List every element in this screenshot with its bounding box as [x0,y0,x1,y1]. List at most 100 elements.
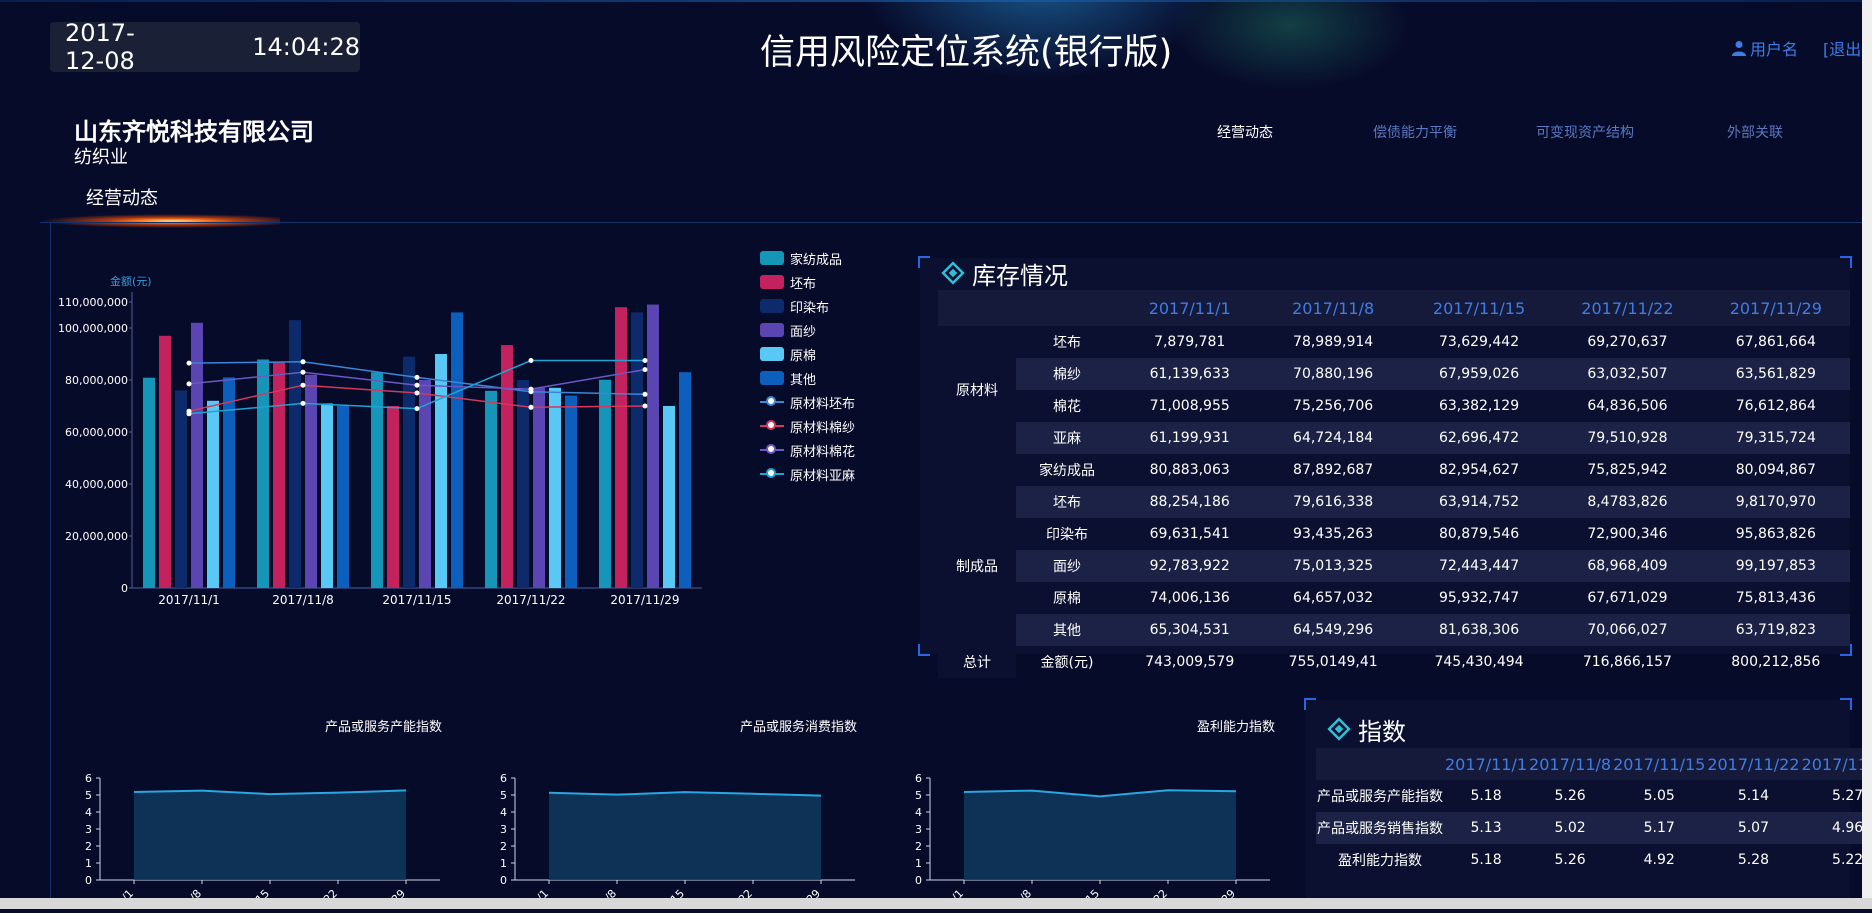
row-label: 棉花 [1053,399,1081,415]
row-label: 面纱 [1016,550,1118,582]
legend-label: 原材料亚麻 [790,468,856,484]
legend-item[interactable]: 原棉 [760,342,855,366]
legend-item[interactable]: 原材料坯布 [760,390,855,414]
legend-swatch [760,275,784,289]
tab-solvency-balance[interactable]: 偿债能力平衡 [1330,122,1500,142]
x-tick-label: 2017/11/15 [382,593,451,607]
table-cell: 5.26 [1554,852,1586,868]
company-industry: 纺织业 [74,147,128,168]
column-header-date: 2017/11/22 [1553,290,1702,326]
table-cell: 67,959,026 [1404,358,1554,390]
legend-label: 家纺成品 [790,252,843,268]
line-point [186,381,192,387]
bar [647,304,659,588]
y-tick-label: 80,000,000 [65,374,128,387]
table-row: 制成品 坯布 88,254,186 79,616,338 63,914,752 … [938,486,1850,646]
legend-item[interactable]: 原材料棉花 [760,438,855,462]
bar [533,387,545,588]
horizontal-scrollbar[interactable] [0,898,1872,909]
y-tick-label: 0 [500,874,507,887]
tab-liquid-assets[interactable]: 可变现资产结构 [1500,122,1670,142]
line-point [642,391,648,397]
table-cell: 5.18 [1470,852,1502,868]
column-header-date: 2017/11/29 [1701,290,1850,326]
table-cell: 63,561,829 [1701,358,1850,390]
table-cell: 78,989,914 [1293,334,1374,350]
app-title: 信用风险定位系统(银行版) [760,33,1173,73]
table-cell: 79,510,928 [1553,422,1702,454]
x-tick-label: 2017/11/1 [158,593,220,607]
mini-chart-title: 产品或服务产能指数 [325,720,443,735]
table-cell: 5.28 [1737,852,1769,868]
bar [273,361,285,588]
table-cell: 88,254,186 [1118,486,1262,518]
user-menu[interactable]: 用户名 [1732,36,1798,60]
legend-item[interactable]: 印染布 [760,294,855,318]
table-row: 印染布 69,631,541 93,435,263 80,879,546 72,… [938,518,1850,550]
table-row: 产品或服务销售指数 5.13 5.02 5.17 5.07 4.96 [1316,812,1872,844]
table-cell: 62,696,472 [1404,422,1554,454]
row-label: 产品或服务产能指数 [1317,789,1443,805]
table-row: 产品或服务产能指数 5.18 5.26 5.05 5.14 5.27 [1316,780,1872,812]
table-cell: 67,861,664 [1735,334,1816,350]
legend-label: 其他 [790,372,817,388]
panel-corner [1304,698,1316,710]
y-tick-label: 0 [915,874,922,887]
vertical-scrollbar[interactable] [1862,0,1872,898]
tab-operations[interactable]: 经营动态 [1160,122,1330,142]
legend-item[interactable]: 原材料亚麻 [760,462,855,486]
legend-item[interactable]: 原材料棉纱 [760,414,855,438]
chart-legend: 家纺成品 坯布 印染布 面纱 原棉 其他 原材料坯布 原材料棉纱 原材料棉花 原… [760,246,855,486]
table-cell: 4.92 [1643,852,1675,868]
line-point [300,359,306,365]
legend-item[interactable]: 家纺成品 [760,246,855,270]
y-tick-label: 6 [915,772,922,785]
table-cell: 5.26 [1554,788,1586,804]
legend-item[interactable]: 面纱 [760,318,855,342]
bar [223,377,235,588]
total-label: 总计 [938,646,1016,678]
x-tick-label: 2017/11/22 [496,593,565,607]
column-header-date: 2017/11/1 [1118,290,1262,326]
y-tick-label: 3 [915,823,922,836]
table-cell: 72,443,447 [1404,550,1554,582]
company-name: 山东齐悦科技有限公司 [74,118,314,146]
tab-external-links[interactable]: 外部关联 [1670,122,1840,142]
legend-item[interactable]: 其他 [760,366,855,390]
column-header-date: 2017/11/15 [1612,748,1707,780]
bar [549,387,561,588]
line-point [642,358,648,363]
y-tick-label: 3 [85,823,92,836]
row-label: 盈利能力指数 [1338,853,1422,869]
logout-link[interactable]: [退出] [1823,36,1868,60]
legend-label: 坯布 [790,276,817,292]
table-row: 家纺成品 80,883,063 87,892,687 82,954,627 75… [938,454,1850,486]
table-cell: 64,836,506 [1587,398,1668,414]
table-cell: 64,724,184 [1261,422,1405,454]
table-row: 亚麻 61,199,931 64,724,184 62,696,472 79,5… [938,422,1850,454]
y-tick-label: 2 [915,840,922,853]
legend-label: 原材料棉花 [790,444,856,460]
row-label: 金额(元) [1040,655,1094,671]
line-point [186,411,192,417]
bar [565,395,577,588]
header-cell-empty [1316,748,1444,780]
table-row: 面纱 92,783,922 75,013,325 72,443,447 68,9… [938,550,1850,582]
column-header-date: 2017/11/8 [1261,290,1405,326]
table-cell: 7,879,781 [1154,334,1226,350]
table-cell: 61,139,633 [1118,358,1262,390]
line-point [300,400,306,406]
background-glow-green [1170,0,1410,90]
table-header-row: 2017/11/1 2017/11/8 2017/11/15 2017/11/2… [1316,748,1872,780]
legend-item[interactable]: 坯布 [760,270,855,294]
table-cell: 82,954,627 [1438,462,1520,478]
legend-line-marker [760,419,784,433]
table-cell: 79,616,338 [1261,486,1405,518]
divider-horizontal [40,222,1872,223]
table-cell: 5.14 [1737,788,1769,804]
row-label: 家纺成品 [1039,463,1095,479]
bar [435,354,447,588]
legend-label: 印染布 [790,300,830,316]
bar [679,372,691,588]
bar [599,379,611,588]
